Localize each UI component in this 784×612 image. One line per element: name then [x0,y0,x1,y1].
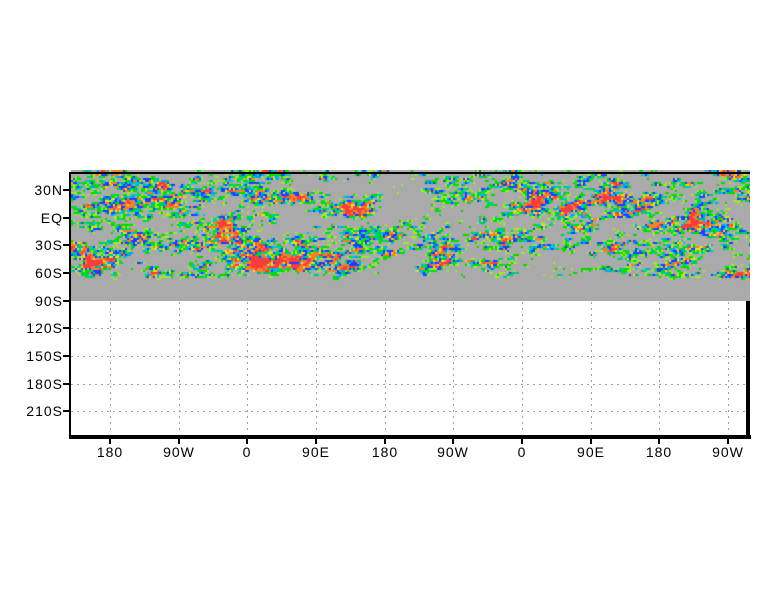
x-tick-label: 90E [577,444,605,460]
y-tick [63,272,70,274]
grads-plot-figure: 30N EQ 30S 60S 90S 120S 150S 180S 210S 180 90W 0 90… [0,0,784,612]
y-tick [63,244,70,246]
y-tick-label: 150S [26,348,63,364]
shaded-field-canvas [71,170,750,301]
y-tick-label: 120S [26,320,63,336]
x-tick-label: 0 [242,444,252,460]
y-tick [63,189,70,191]
gridline-vertical [728,302,729,433]
y-tick-label: 90S [35,293,63,309]
y-tick [63,383,70,385]
x-tick-label: 180 [371,444,399,460]
y-tick-label: 30S [35,237,63,253]
x-tick-label: 90E [302,444,330,460]
gridline-vertical [522,302,523,433]
gridline-vertical [247,302,248,433]
gridline-vertical [110,302,111,433]
gridline-horizontal [71,328,746,329]
y-tick [63,300,70,302]
gridline-horizontal [71,356,746,357]
gridline-vertical [591,302,592,433]
y-tick-label: 60S [35,265,63,281]
gridline-horizontal [71,411,746,412]
x-tick-label: 90W [163,444,195,460]
gridline-vertical [179,302,180,433]
gridline-horizontal [71,384,746,385]
x-tick-label: 0 [517,444,527,460]
y-axis-line [69,172,71,439]
gridline-vertical [316,302,317,433]
y-tick [63,355,70,357]
x-tick-label: 90W [437,444,469,460]
y-tick-label: EQ [40,210,63,226]
x-tick-label: 180 [96,444,124,460]
gridline-vertical [385,302,386,433]
plot-right-border [746,301,750,439]
y-tick-label: 210S [26,403,63,419]
x-tick-label: 90W [712,444,744,460]
y-tick [63,217,70,219]
y-tick-label: 180S [26,376,63,392]
x-tick-label: 180 [645,444,673,460]
x-axis-line [69,435,751,439]
gridline-vertical [453,302,454,433]
y-tick-label: 30N [34,182,63,198]
plot-top-border [69,172,750,174]
y-tick [63,327,70,329]
gridline-vertical [659,302,660,433]
y-tick [63,410,70,412]
